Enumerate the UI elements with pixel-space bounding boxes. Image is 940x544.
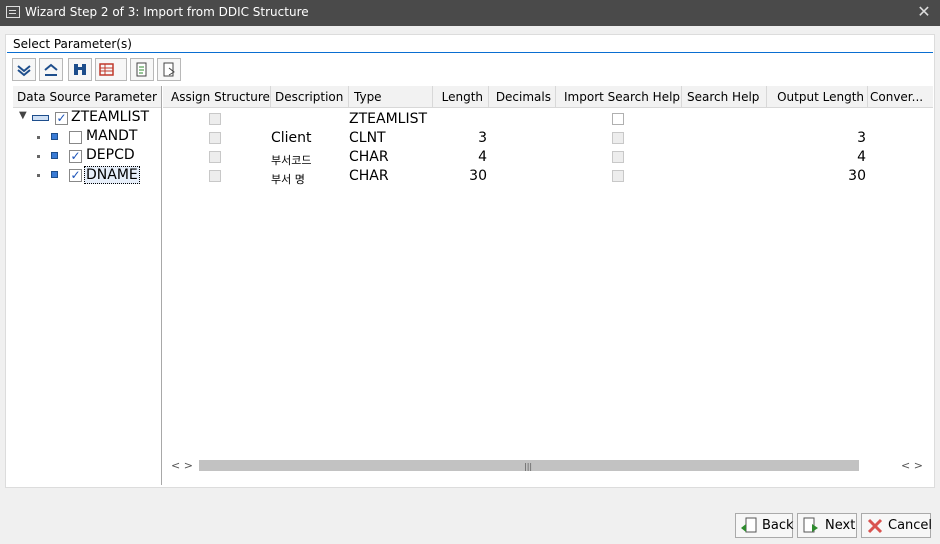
description-cell: Client bbox=[271, 130, 312, 146]
expand-all-icon bbox=[17, 65, 31, 77]
node-checkbox[interactable] bbox=[69, 131, 82, 144]
window-title: Wizard Step 2 of 3: Import from DDIC Str… bbox=[25, 5, 309, 19]
import-button[interactable] bbox=[130, 58, 154, 81]
tree-node-label: ZTEAMLIST bbox=[71, 109, 150, 125]
next-button[interactable]: Next bbox=[797, 513, 857, 538]
type-cell: ZTEAMLIST bbox=[349, 111, 428, 127]
tree-header: Data Source Parameter bbox=[13, 86, 161, 108]
field-icon bbox=[51, 133, 58, 140]
col-type[interactable]: Type bbox=[354, 90, 429, 104]
column-separator[interactable] bbox=[681, 86, 682, 108]
parameter-table: Assign Structure Description Type Length… bbox=[163, 86, 933, 456]
col-conversion[interactable]: Conver... bbox=[870, 90, 932, 104]
window-icon bbox=[6, 6, 20, 18]
cancel-label: Cancel bbox=[888, 518, 933, 533]
field-icon bbox=[51, 171, 58, 178]
col-length[interactable]: Length bbox=[433, 90, 483, 104]
description-cell: 부서 명 bbox=[271, 173, 305, 186]
tree-node-label: DNAME bbox=[84, 166, 140, 184]
horizontal-scrollbar[interactable]: < > ||| < > bbox=[163, 457, 933, 475]
layout-icon bbox=[99, 63, 114, 76]
tree-node-dname[interactable]: ✓ DNAME bbox=[13, 166, 161, 185]
tree-bullet bbox=[37, 155, 40, 158]
export-button[interactable] bbox=[157, 58, 181, 81]
col-assign-structure[interactable]: Assign Structure bbox=[171, 90, 271, 104]
assign-structure-checkbox bbox=[209, 170, 221, 182]
type-cell: CHAR bbox=[349, 168, 389, 184]
layout-button[interactable] bbox=[95, 58, 127, 81]
back-button[interactable]: Back bbox=[735, 513, 794, 538]
back-icon bbox=[741, 517, 757, 533]
tree-bullet bbox=[37, 174, 40, 177]
import-search-help-checkbox bbox=[612, 170, 624, 182]
tree-node-depcd[interactable]: ✓ DEPCD bbox=[13, 147, 161, 166]
field-icon bbox=[51, 152, 58, 159]
scroll-right-arrows[interactable]: < > bbox=[895, 458, 929, 474]
tree-node-mandt[interactable]: MANDT bbox=[13, 128, 161, 147]
import-icon bbox=[136, 62, 147, 77]
cancel-icon bbox=[867, 518, 883, 534]
node-checkbox[interactable]: ✓ bbox=[55, 112, 68, 125]
col-decimals[interactable]: Decimals bbox=[489, 90, 551, 104]
expand-all-button[interactable] bbox=[12, 58, 36, 81]
table-header: Assign Structure Description Type Length… bbox=[163, 86, 933, 108]
close-icon[interactable]: ✕ bbox=[914, 2, 934, 22]
section-title: Select Parameter(s) bbox=[13, 37, 132, 51]
description-cell: 부서코드 bbox=[271, 154, 312, 167]
assign-structure-checkbox bbox=[209, 132, 221, 144]
col-import-search-help[interactable]: Import Search Help bbox=[564, 90, 682, 104]
type-cell: CLNT bbox=[349, 130, 386, 146]
output-length-cell: 30 bbox=[848, 168, 866, 184]
col-output-length[interactable]: Output Length bbox=[767, 90, 864, 104]
length-cell: 30 bbox=[469, 168, 487, 184]
tree-node-label: DEPCD bbox=[86, 147, 135, 163]
length-cell: 4 bbox=[478, 149, 487, 165]
next-label: Next bbox=[825, 518, 856, 533]
find-icon bbox=[74, 64, 86, 75]
assign-structure-checkbox bbox=[209, 113, 221, 125]
wizard-content: Select Parameter(s) Data Source Paramete… bbox=[5, 34, 935, 488]
tree-node-zteamlist[interactable]: ▼ ✓ ZTEAMLIST bbox=[13, 109, 161, 128]
output-length-cell: 3 bbox=[857, 130, 866, 146]
tree-bullet bbox=[37, 136, 40, 139]
scrollbar-thumb[interactable]: ||| bbox=[199, 460, 859, 471]
chevron-down-icon[interactable]: ▼ bbox=[19, 110, 27, 121]
scroll-left-arrows[interactable]: < > bbox=[165, 458, 199, 474]
import-search-help-checkbox bbox=[612, 151, 624, 163]
import-search-help-checkbox bbox=[612, 132, 624, 144]
node-checkbox[interactable]: ✓ bbox=[69, 150, 82, 163]
scrollbar-grip: ||| bbox=[524, 462, 533, 471]
find-button[interactable] bbox=[68, 58, 92, 81]
collapse-all-button[interactable] bbox=[39, 58, 63, 81]
node-checkbox[interactable]: ✓ bbox=[69, 169, 82, 182]
assign-structure-checkbox bbox=[209, 151, 221, 163]
tree-node-label: MANDT bbox=[86, 128, 138, 144]
next-icon bbox=[803, 517, 818, 533]
length-cell: 3 bbox=[478, 130, 487, 146]
section-divider bbox=[7, 52, 933, 53]
title-bar: Wizard Step 2 of 3: Import from DDIC Str… bbox=[0, 0, 940, 26]
col-description[interactable]: Description bbox=[275, 90, 349, 104]
structure-icon bbox=[32, 115, 49, 121]
column-separator[interactable] bbox=[348, 86, 349, 108]
col-search-help[interactable]: Search Help bbox=[687, 90, 767, 104]
collapse-all-icon bbox=[44, 63, 58, 76]
column-separator[interactable] bbox=[270, 86, 271, 108]
cancel-button[interactable]: Cancel bbox=[861, 513, 933, 538]
data-source-tree: Data Source Parameter ▼ ✓ ZTEAMLIST MAND… bbox=[13, 86, 162, 485]
back-label: Back bbox=[762, 518, 794, 533]
output-length-cell: 4 bbox=[857, 149, 866, 165]
import-search-help-checkbox[interactable] bbox=[612, 113, 624, 125]
type-cell: CHAR bbox=[349, 149, 389, 165]
column-separator[interactable] bbox=[867, 86, 868, 108]
export-icon bbox=[163, 62, 175, 77]
column-separator[interactable] bbox=[555, 86, 556, 108]
